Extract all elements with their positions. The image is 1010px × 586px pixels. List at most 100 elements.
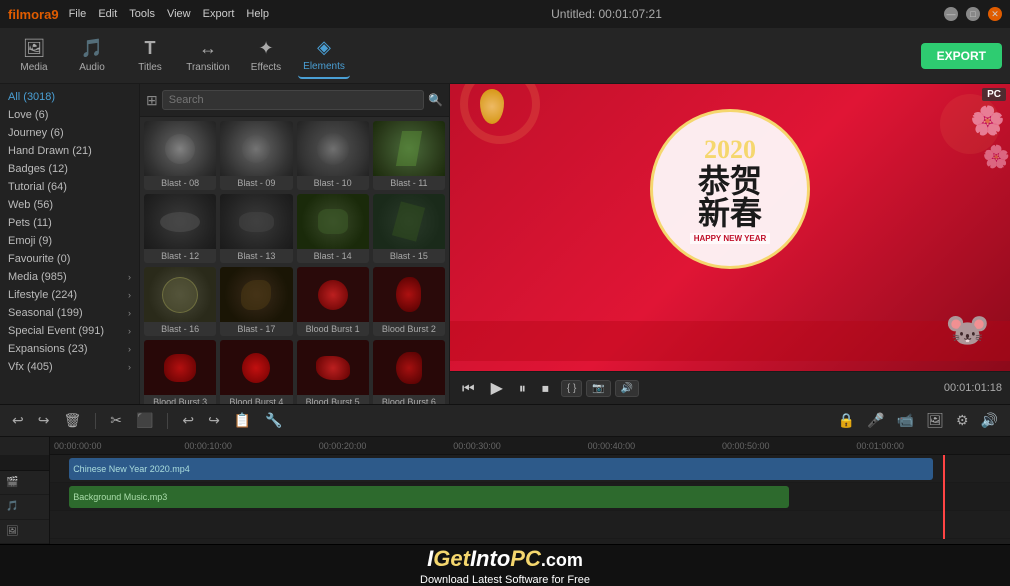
minimize-button[interactable]: — — [944, 7, 958, 21]
video-clip-1[interactable]: Chinese New Year 2020.mp4 — [69, 458, 933, 480]
track-labels: 🎬 🎵 🖼 — [0, 437, 50, 544]
flower-decoration: 🌸 — [970, 104, 1005, 137]
menu-tools[interactable]: Tools — [129, 8, 155, 20]
element-blast-14[interactable]: Blast - 14 — [297, 194, 369, 263]
maximize-button[interactable]: □ — [966, 7, 980, 21]
track-label-3: 🖼 — [0, 520, 49, 544]
bottom-bar: IGetIntoPC.com Download Latest Software … — [0, 544, 1010, 586]
menu-view[interactable]: View — [167, 8, 191, 20]
transition-icon: ↔ — [199, 38, 217, 59]
category-vfx[interactable]: Vfx (405)› — [0, 358, 139, 376]
tool-titles[interactable]: T Titles — [124, 33, 176, 79]
crop-tl-button[interactable]: ⬛ — [132, 410, 157, 431]
element-blast-11[interactable]: Blast - 11 — [373, 121, 445, 190]
close-button[interactable]: ✕ — [988, 7, 1002, 21]
track-label-1: 🎬 — [0, 471, 49, 495]
mic-button[interactable]: 🎤 — [863, 410, 888, 431]
pause-button[interactable]: ⏸ — [515, 378, 530, 399]
flower-decoration2: 🌸 — [983, 144, 1010, 170]
track-label-2: 🎵 — [0, 495, 49, 519]
audio-mix-button[interactable]: 🔊 — [977, 410, 1002, 431]
bottom-tagline: Download Latest Software for Free — [420, 574, 590, 586]
category-love[interactable]: Love (6) — [0, 106, 139, 124]
snapshot-button[interactable]: 📷 — [586, 380, 610, 397]
tool-titles-label: Titles — [138, 62, 162, 73]
settings-button[interactable]: 🔧 — [261, 410, 286, 431]
category-tutorial[interactable]: Tutorial (64) — [0, 178, 139, 196]
category-lifestyle[interactable]: Lifestyle (224)› — [0, 286, 139, 304]
cut-button[interactable]: ✂ — [106, 410, 126, 431]
preview-video: 2020 恭贺新春 HAPPY NEW YEAR 🐭 🌸 🌸 PC — [450, 84, 1010, 371]
redo-button[interactable]: ↪ — [34, 410, 54, 431]
category-seasonal[interactable]: Seasonal (199)› — [0, 304, 139, 322]
element-blood-burst-4[interactable]: Blood Burst 4 — [220, 340, 292, 404]
ruler-mark-6: 00:01:00:00 — [856, 441, 904, 451]
tool-media[interactable]: 🖼 Media — [8, 33, 60, 79]
skip-back-button[interactable]: ⏮ — [458, 378, 479, 399]
element-blood-burst-2[interactable]: Blood Burst 2 — [373, 267, 445, 336]
category-hand-drawn[interactable]: Hand Drawn (21) — [0, 142, 139, 160]
category-badges[interactable]: Badges (12) — [0, 160, 139, 178]
lock-button[interactable]: 🔒 — [834, 410, 859, 431]
element-blood-burst-5[interactable]: Blood Burst 5 — [297, 340, 369, 404]
category-favourite[interactable]: Favourite (0) — [0, 250, 139, 268]
playhead[interactable] — [943, 455, 945, 539]
element-blast-17[interactable]: Blast - 17 — [220, 267, 292, 336]
search-input[interactable] — [162, 90, 424, 110]
crop-button[interactable]: { } — [561, 380, 582, 397]
category-panel: All (3018) Love (6) Journey (6) Hand Dra… — [0, 84, 140, 404]
element-blood-burst-3[interactable]: Blood Burst 3 — [144, 340, 216, 404]
timeline-content: 🎬 🎵 🖼 00:00:00:00 00:00:10:00 00:00:20:0… — [0, 437, 1010, 544]
element-blast-16[interactable]: Blast - 16 — [144, 267, 216, 336]
export-button[interactable]: EXPORT — [921, 43, 1002, 69]
element-blood-burst-1[interactable]: Blood Burst 1 — [297, 267, 369, 336]
tool-audio[interactable]: 🎵 Audio — [66, 33, 118, 79]
element-blast-12[interactable]: Blast - 12 — [144, 194, 216, 263]
category-expansions[interactable]: Expansions (23)› — [0, 340, 139, 358]
undo-button[interactable]: ↩ — [8, 410, 28, 431]
stop-button[interactable]: ⏹ — [538, 378, 553, 399]
toolbar: 🖼 Media 🎵 Audio T Titles ↔ Transition ✦ … — [0, 28, 1010, 84]
menu-export[interactable]: Export — [203, 8, 235, 20]
camera-button[interactable]: 📹 — [893, 410, 918, 431]
category-media[interactable]: Media (985)› — [0, 268, 139, 286]
menu-file[interactable]: File — [69, 8, 87, 20]
element-blood-burst-6[interactable]: Blood Burst 6 — [373, 340, 445, 404]
category-special-event[interactable]: Special Event (991)› — [0, 322, 139, 340]
copy-button[interactable]: 📋 — [230, 410, 255, 431]
grid-icon: ⊞ — [146, 92, 158, 109]
element-blast-09[interactable]: Blast - 09 — [220, 121, 292, 190]
timeline-tracks[interactable]: 00:00:00:00 00:00:10:00 00:00:20:00 00:0… — [50, 437, 1010, 544]
photo-button[interactable]: 🖼 — [922, 410, 948, 431]
tool-elements[interactable]: ◈ Elements — [298, 33, 350, 79]
element-blast-08[interactable]: Blast - 08 — [144, 121, 216, 190]
ruler-mark-4: 00:00:40:00 — [588, 441, 636, 451]
menu-edit[interactable]: Edit — [98, 8, 117, 20]
undo2-button[interactable]: ↩ — [178, 410, 198, 431]
tool-transition[interactable]: ↔ Transition — [182, 33, 234, 79]
delete-button[interactable]: 🗑 — [59, 410, 85, 431]
redo2-button[interactable]: ↪ — [204, 410, 224, 431]
element-blast-15[interactable]: Blast - 15 — [373, 194, 445, 263]
category-journey[interactable]: Journey (6) — [0, 124, 139, 142]
tool-audio-label: Audio — [79, 62, 105, 73]
tool-effects[interactable]: ✦ Effects — [240, 33, 292, 79]
tl-settings-button[interactable]: ⚙ — [952, 410, 973, 431]
effects-icon: ✦ — [258, 38, 273, 59]
category-emoji[interactable]: Emoji (9) — [0, 232, 139, 250]
timeline-area: ↩ ↪ 🗑 ✂ ⬛ ↩ ↪ 📋 🔧 🔒 🎤 📹 🖼 ⚙ 🔊 🎬 🎵 🖼 — [0, 404, 1010, 544]
play-button[interactable]: ▶ — [487, 376, 507, 400]
category-all[interactable]: All (3018) — [0, 88, 139, 106]
tool-effects-label: Effects — [251, 62, 281, 73]
element-blast-10[interactable]: Blast - 10 — [297, 121, 369, 190]
element-blast-13[interactable]: Blast - 13 — [220, 194, 292, 263]
separator1 — [95, 413, 96, 429]
elements-panel: ⊞ 🔍 Blast - 08 Blast - 09 — [140, 84, 450, 404]
search-icon: 🔍 — [428, 93, 443, 107]
category-web[interactable]: Web (56) — [0, 196, 139, 214]
volume-button[interactable]: 🔊 — [615, 380, 639, 397]
menu-help[interactable]: Help — [246, 8, 269, 20]
category-pets[interactable]: Pets (11) — [0, 214, 139, 232]
audio-clip-1[interactable]: Background Music.mp3 — [69, 486, 789, 508]
ruler-mark-3: 00:00:30:00 — [453, 441, 501, 451]
